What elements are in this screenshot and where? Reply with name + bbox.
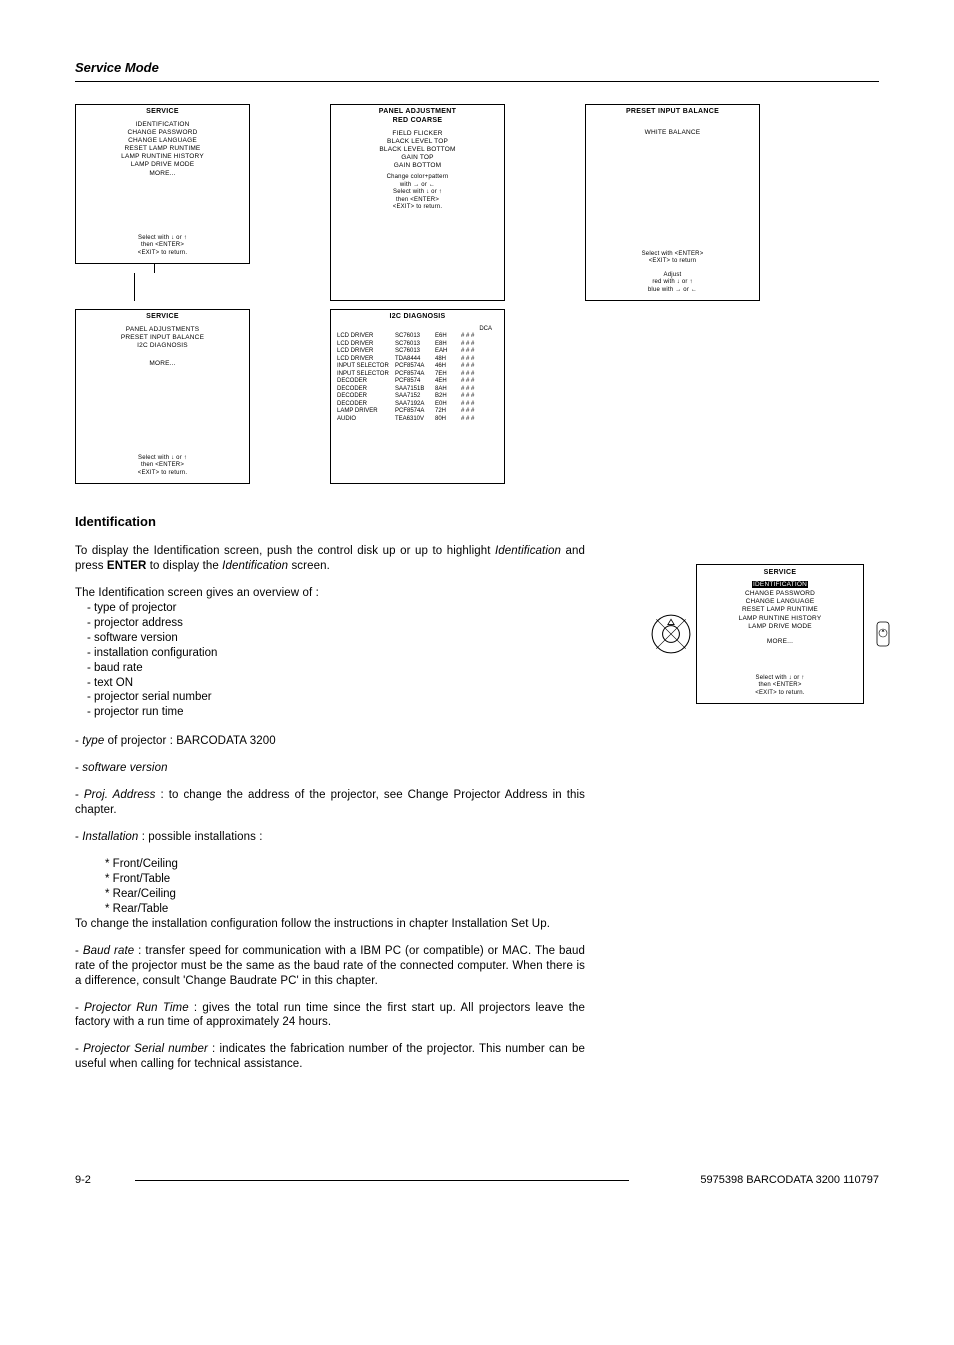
- page-footer: 9-2 5975398 BARCODATA 3200 110797: [75, 1174, 879, 1186]
- menu-row-1: SERVICE IDENTIFICATION CHANGE PASSWORD C…: [75, 104, 879, 301]
- menu-instructions: Select with <ENTER> <EXIT> to return Adj…: [592, 251, 753, 295]
- i2c-row: LCD DRIVERSC76013E8H# # #: [337, 341, 498, 349]
- control-disk-icon: [650, 613, 692, 655]
- p-type: - type of projector : BARCODATA 3200: [75, 734, 585, 749]
- p-serial: - Projector Serial number : indicates th…: [75, 1042, 585, 1072]
- i2c-row: DECODERSAA7152B2H# # #: [337, 393, 498, 401]
- menu-service-1: SERVICE IDENTIFICATION CHANGE PASSWORD C…: [75, 104, 250, 264]
- installation-list: Front/CeilingFront/TableRear/CeilingRear…: [105, 857, 585, 917]
- p-installation: - Installation : possible installations …: [75, 830, 585, 845]
- menu-title: SERVICE: [701, 568, 859, 577]
- list-item: Front/Table: [105, 872, 585, 887]
- menu-item: GAIN BOTTOM: [337, 162, 498, 170]
- i2c-row: INPUT SELECTORPCF8574A46H# # #: [337, 363, 498, 371]
- p-baud-rate: - Baud rate : transfer speed for communi…: [75, 944, 585, 989]
- overview-list: - type of projector - projector address-…: [87, 601, 585, 721]
- menu-row-2: SERVICE PANEL ADJUSTMENTS PRESET INPUT B…: [75, 309, 879, 484]
- menu-instructions: Select with ↓ or ↑ then <ENTER> <EXIT> t…: [701, 675, 859, 698]
- menu-items: IDENTIFICATION CHANGE PASSWORD CHANGE LA…: [701, 581, 859, 646]
- i2c-header: DCA: [337, 326, 498, 334]
- menu-item: LAMP DRIVE MODE: [82, 161, 243, 169]
- menu-subtitle: RED COARSE: [337, 117, 498, 126]
- side-figure: SERVICE IDENTIFICATION CHANGE PASSWORD C…: [650, 564, 898, 704]
- list-item: - software version: [87, 631, 585, 646]
- footer-page-number: 9-2: [75, 1174, 125, 1186]
- i2c-row: LCD DRIVERSC76013E6H# # #: [337, 333, 498, 341]
- list-item: - projector serial number: [87, 690, 585, 705]
- footer-rule: [135, 1180, 629, 1181]
- menu-item: CHANGE LANGUAGE: [82, 137, 243, 145]
- menu-items: IDENTIFICATION CHANGE PASSWORD CHANGE LA…: [82, 121, 243, 178]
- menu-title: SERVICE: [82, 313, 243, 322]
- menu-item: LAMP RUNTINE HISTORY: [82, 153, 243, 161]
- i2c-row: LCD DRIVERTDA844448H# # #: [337, 356, 498, 364]
- p-overview: The Identification screen gives an overv…: [75, 586, 585, 601]
- menu-item: PRESET INPUT BALANCE: [82, 334, 243, 342]
- list-item: - projector address: [87, 616, 585, 631]
- menu-item: GAIN TOP: [337, 154, 498, 162]
- menu-panel-adjustment: PANEL ADJUSTMENT RED COARSE FIELD FLICKE…: [330, 104, 505, 301]
- i2c-row: INPUT SELECTORPCF8574A7EH# # #: [337, 371, 498, 379]
- list-item: Front/Ceiling: [105, 857, 585, 872]
- menu-item: LAMP RUNTINE HISTORY: [701, 615, 859, 623]
- menu-item: CHANGE PASSWORD: [82, 129, 243, 137]
- menu-item: I2C DIAGNOSIS: [82, 342, 243, 350]
- menu-item: WHITE BALANCE: [592, 129, 753, 137]
- menu-item: PANEL ADJUSTMENTS: [82, 326, 243, 334]
- i2c-rows: LCD DRIVERSC76013E6H# # #LCD DRIVERSC760…: [337, 333, 498, 423]
- list-item: - baud rate: [87, 661, 585, 676]
- i2c-row: LCD DRIVERSC76013EAH# # #: [337, 348, 498, 356]
- menu-title: PANEL ADJUSTMENT: [337, 108, 498, 117]
- menu-item: CHANGE LANGUAGE: [701, 598, 859, 606]
- list-item: - projector run time: [87, 705, 585, 720]
- p-proj-address: - Proj. Address : to change the address …: [75, 788, 585, 818]
- body-text: To display the Identification screen, pu…: [75, 544, 585, 1084]
- list-item: Rear/Table: [105, 902, 585, 917]
- p-display-identification: To display the Identification screen, pu…: [75, 544, 585, 574]
- menu-instructions: Select with ↓ or ↑ then <ENTER> <EXIT> t…: [82, 235, 243, 258]
- menu-title: SERVICE: [82, 108, 243, 117]
- list-item: Rear/Ceiling: [105, 887, 585, 902]
- p-software: - software version: [75, 761, 585, 776]
- menu-title: PRESET INPUT BALANCE: [592, 108, 753, 117]
- title-rule: [75, 81, 879, 82]
- menu-more: MORE...: [767, 638, 793, 645]
- menu-preset-input-balance: PRESET INPUT BALANCE WHITE BALANCE Selec…: [585, 104, 760, 301]
- menu-item-highlighted: IDENTIFICATION: [701, 581, 859, 589]
- menu-more: MORE...: [149, 170, 175, 177]
- menu-items: FIELD FLICKER BLACK LEVEL TOP BLACK LEVE…: [337, 130, 498, 171]
- menu-instructions: Select with ↓ or ↑ then <ENTER> <EXIT> t…: [82, 455, 243, 478]
- p-change-install: To change the installation configuration…: [75, 917, 585, 932]
- menu-item: RESET LAMP RUNTIME: [701, 606, 859, 614]
- menu-item: IDENTIFICATION: [82, 121, 243, 129]
- list-item: - type of projector: [87, 601, 585, 616]
- remote-icon: [868, 619, 898, 649]
- menu-item: BLACK LEVEL BOTTOM: [337, 146, 498, 154]
- menu-i2c-diagnosis: I2C DIAGNOSIS DCA LCD DRIVERSC76013E6H# …: [330, 309, 505, 484]
- i2c-row: LAMP DRIVERPCF8574A72H# # #: [337, 408, 498, 416]
- list-item: - installation configuration: [87, 646, 585, 661]
- page-title: Service Mode: [75, 60, 879, 75]
- section-heading: Identification: [75, 514, 879, 529]
- menu-item: BLACK LEVEL TOP: [337, 138, 498, 146]
- menu-item: LAMP DRIVE MODE: [701, 623, 859, 631]
- i2c-row: DECODERSAA7192AE0H# # #: [337, 401, 498, 409]
- menu-items: PANEL ADJUSTMENTS PRESET INPUT BALANCE I…: [82, 326, 243, 369]
- menu-service-side: SERVICE IDENTIFICATION CHANGE PASSWORD C…: [696, 564, 864, 704]
- menu-title: I2C DIAGNOSIS: [337, 313, 498, 322]
- i2c-row: AUDIOTEA6310V80H# # #: [337, 416, 498, 424]
- i2c-row: DECODERSAA7151B8AH# # #: [337, 386, 498, 394]
- list-item: - text ON: [87, 676, 585, 691]
- menu-more: MORE...: [149, 360, 175, 367]
- footer-doc-id: 5975398 BARCODATA 3200 110797: [639, 1174, 879, 1186]
- i2c-row: DECODERPCF85744EH# # #: [337, 378, 498, 386]
- menu-service-2: SERVICE PANEL ADJUSTMENTS PRESET INPUT B…: [75, 309, 250, 484]
- p-run-time: - Projector Run Time : gives the total r…: [75, 1001, 585, 1031]
- menu-instructions: Change color+pattern with → or ← Select …: [337, 174, 498, 212]
- menu-item: FIELD FLICKER: [337, 130, 498, 138]
- menu-item: RESET LAMP RUNTIME: [82, 145, 243, 153]
- menu-item: CHANGE PASSWORD: [701, 590, 859, 598]
